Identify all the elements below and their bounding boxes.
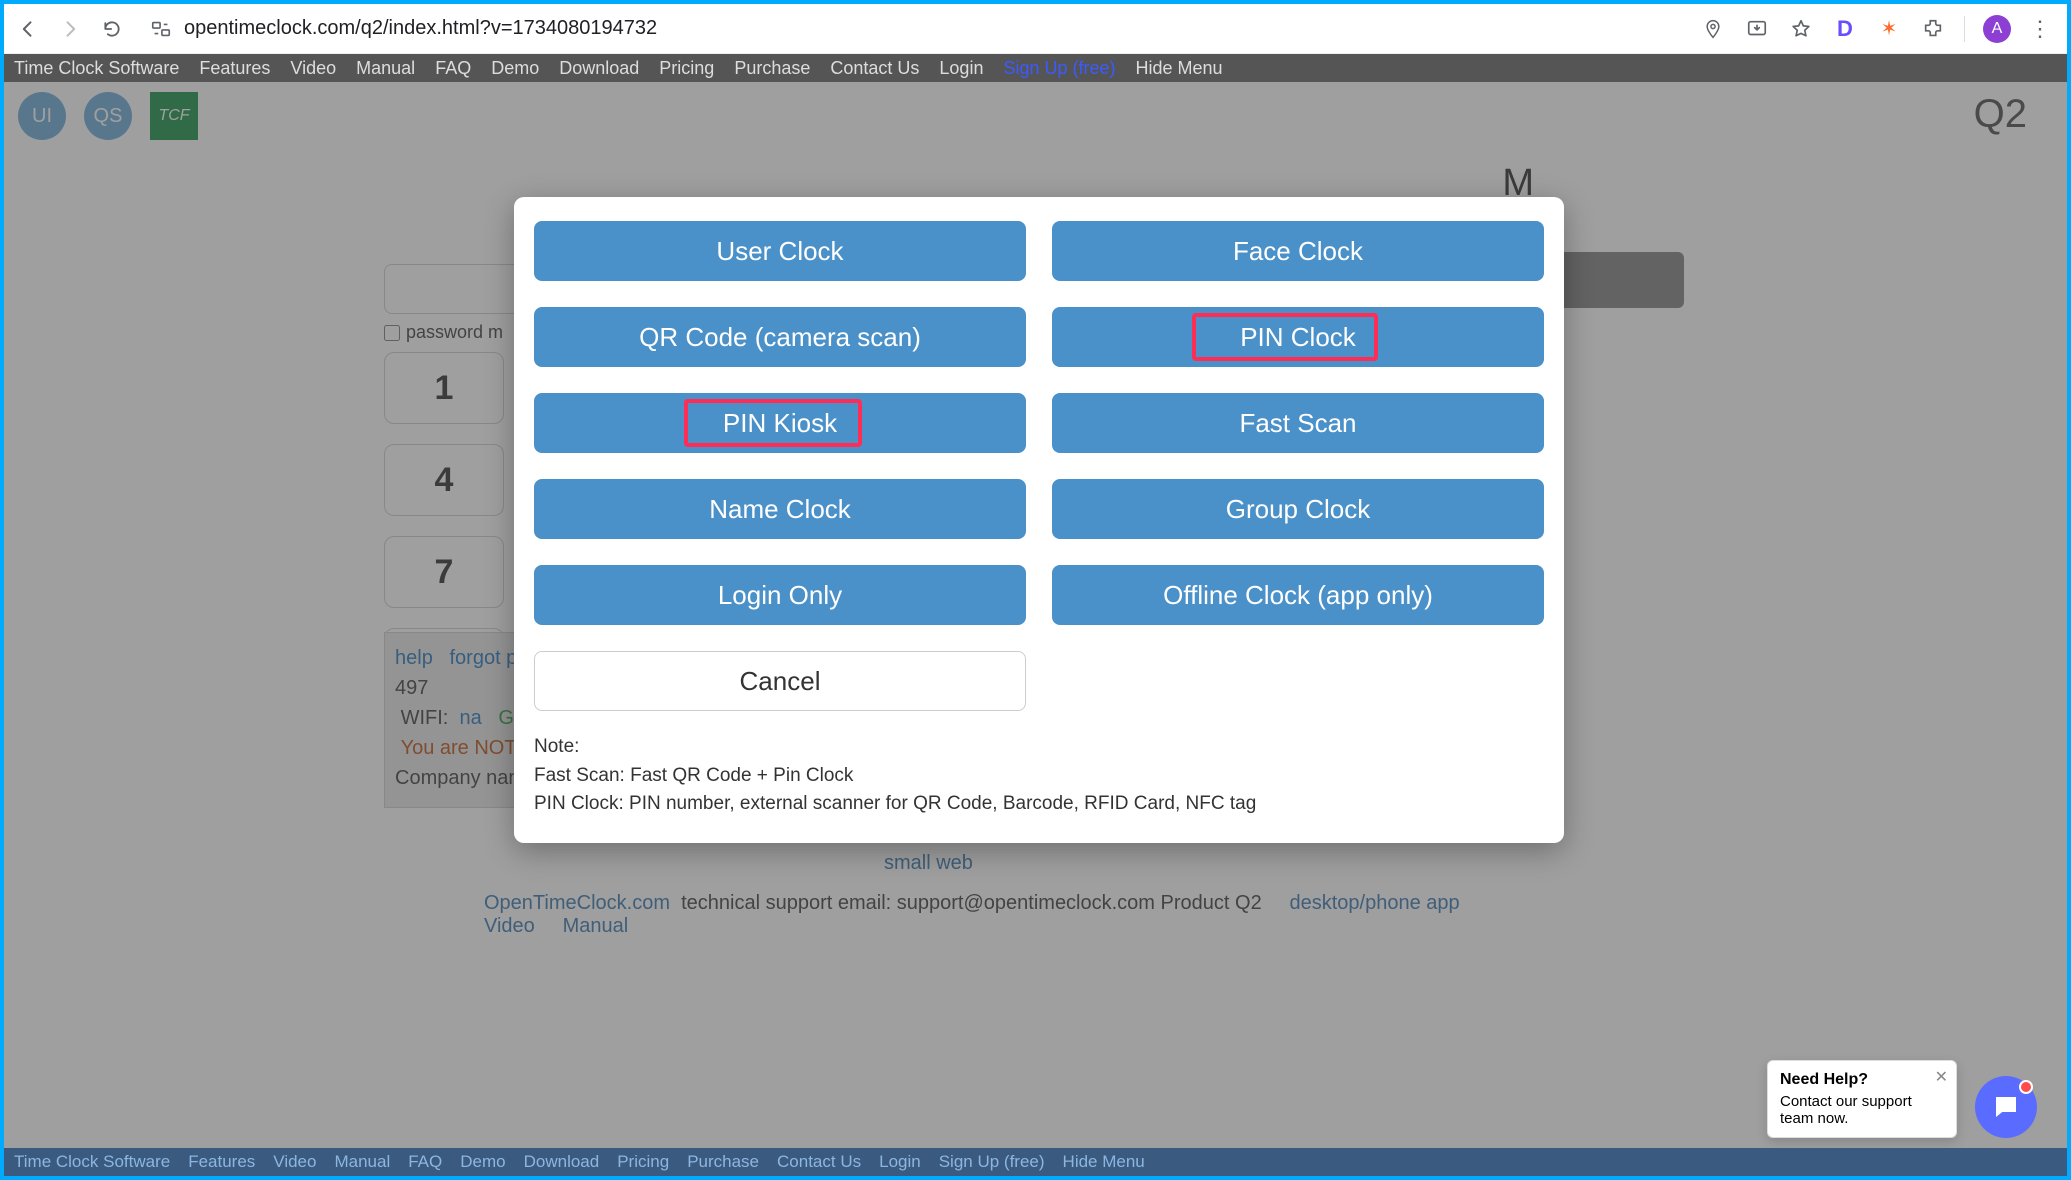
site-top-nav: Time Clock Software Features Video Manua… [4,54,2067,82]
bnav-item[interactable]: Manual [334,1152,390,1172]
bnav-item[interactable]: Pricing [617,1152,669,1172]
site-settings-icon[interactable] [148,16,174,42]
profile-avatar[interactable]: A [1983,15,2011,43]
page-content: UI QS TCF Q2 M in password m 1 4 7 clea … [4,82,2067,1148]
back-button[interactable] [14,15,42,43]
login-only-button[interactable]: Login Only [534,565,1026,625]
bnav-item[interactable]: FAQ [408,1152,442,1172]
help-title: Need Help? [1780,1071,1944,1089]
reload-button[interactable] [98,15,126,43]
cancel-button[interactable]: Cancel [534,651,1026,711]
site-bottom-nav: Time Clock Software Features Video Manua… [4,1148,2067,1176]
pin-kiosk-button[interactable]: PIN Kiosk [534,393,1026,453]
group-clock-button[interactable]: Group Clock [1052,479,1544,539]
help-close-icon[interactable]: ✕ [1935,1067,1948,1087]
nav-item[interactable]: Demo [491,58,539,79]
bnav-item[interactable]: Download [524,1152,600,1172]
nav-item[interactable]: Manual [356,58,415,79]
face-clock-button[interactable]: Face Clock [1052,221,1544,281]
kebab-menu-icon[interactable]: ⋮ [2029,16,2051,42]
bnav-item[interactable]: Contact Us [777,1152,861,1172]
nav-signup[interactable]: Sign Up (free) [1003,58,1115,79]
chat-bubble-button[interactable] [1975,1076,2037,1138]
offline-clock-button[interactable]: Offline Clock (app only) [1052,565,1544,625]
pin-kiosk-label: PIN Kiosk [723,408,837,439]
extensions-icon[interactable] [1920,16,1946,42]
nav-item[interactable]: Features [199,58,270,79]
help-popup[interactable]: ✕ Need Help? Contact our support team no… [1767,1060,1957,1138]
nav-item[interactable]: Download [559,58,639,79]
bnav-item[interactable]: Time Clock Software [14,1152,170,1172]
ext-carrot-icon[interactable]: ✶ [1876,16,1902,42]
modal-button-grid: User Clock Face Clock QR Code (camera sc… [534,221,1544,711]
note-line-1: Fast Scan: Fast QR Code + Pin Clock [534,762,1544,791]
nav-item[interactable]: Contact Us [830,58,919,79]
nav-item[interactable]: Video [290,58,336,79]
url-text: opentimeclock.com/q2/index.html?v=173408… [184,17,657,40]
user-clock-button[interactable]: User Clock [534,221,1026,281]
browser-toolbar: opentimeclock.com/q2/index.html?v=173408… [4,4,2067,54]
ext-d-icon[interactable]: D [1832,16,1858,42]
address-bar[interactable]: opentimeclock.com/q2/index.html?v=173408… [140,16,1686,42]
clock-mode-modal: User Clock Face Clock QR Code (camera sc… [514,197,1564,843]
note-line-2: PIN Clock: PIN number, external scanner … [534,790,1544,819]
bnav-item[interactable]: Features [188,1152,255,1172]
pin-clock-label: PIN Clock [1240,322,1356,353]
bnav-item[interactable]: Hide Menu [1063,1152,1145,1172]
bnav-item[interactable]: Video [273,1152,316,1172]
modal-note: Note: Fast Scan: Fast QR Code + Pin Cloc… [534,733,1544,819]
install-icon[interactable] [1744,16,1770,42]
divider [1964,16,1965,42]
note-label: Note: [534,733,1544,762]
chat-notification-dot [2019,1080,2033,1094]
bnav-item[interactable]: Sign Up (free) [939,1152,1045,1172]
bnav-item[interactable]: Demo [460,1152,505,1172]
pin-clock-button[interactable]: PIN Clock [1052,307,1544,367]
nav-item[interactable]: Pricing [659,58,714,79]
bnav-item[interactable]: Login [879,1152,921,1172]
help-text: Contact our support team now. [1780,1093,1944,1127]
nav-item[interactable]: Login [939,58,983,79]
name-clock-button[interactable]: Name Clock [534,479,1026,539]
qr-code-button[interactable]: QR Code (camera scan) [534,307,1026,367]
bnav-item[interactable]: Purchase [687,1152,759,1172]
bookmark-star-icon[interactable] [1788,16,1814,42]
browser-right-icons: D ✶ A ⋮ [1700,15,2057,43]
nav-item[interactable]: FAQ [435,58,471,79]
nav-item[interactable]: Time Clock Software [14,58,179,79]
nav-hide-menu[interactable]: Hide Menu [1136,58,1223,79]
location-icon[interactable] [1700,16,1726,42]
nav-item[interactable]: Purchase [734,58,810,79]
forward-button[interactable] [56,15,84,43]
fast-scan-button[interactable]: Fast Scan [1052,393,1544,453]
